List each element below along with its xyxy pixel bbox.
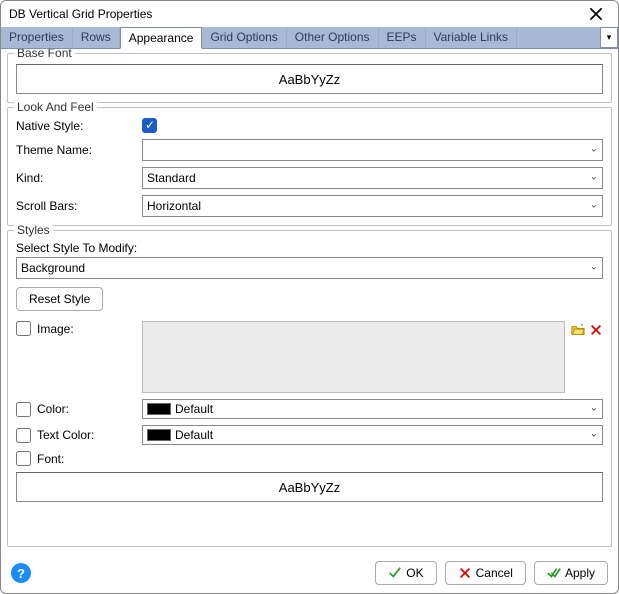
apply-icon [547,566,561,580]
chevron-down-icon: ⌄ [590,143,598,154]
content-area: Base Font AaBbYyZz Look And Feel Native … [1,49,618,553]
tab-grid-options[interactable]: Grid Options [202,27,286,48]
tab-bar: Properties Rows Appearance Grid Options … [1,27,618,49]
tab-eeps[interactable]: EEPs [379,27,426,48]
row-scroll-bars: Scroll Bars: Horizontal ⌄ [16,195,603,217]
color-label: Color: [37,402,69,416]
chevron-down-icon: ⌄ [590,428,598,439]
color-swatch [147,403,171,415]
help-icon: ? [17,566,25,581]
row-color: Color: Default ⌄ [16,399,603,419]
tab-appearance[interactable]: Appearance [120,27,203,49]
cancel-button[interactable]: Cancel [445,561,526,585]
look-and-feel-legend: Look And Feel [14,100,97,114]
native-style-checkbox[interactable] [142,118,157,133]
select-style-combo[interactable]: Background ⌄ [16,257,603,279]
row-kind: Kind: Standard ⌄ [16,167,603,189]
color-checkbox[interactable] [16,402,31,417]
cancel-label: Cancel [476,566,513,580]
kind-combo[interactable]: Standard ⌄ [142,167,603,189]
color-combo[interactable]: Default ⌄ [142,399,603,419]
style-font-sample[interactable]: AaBbYyZz [16,472,603,502]
tab-variable-links[interactable]: Variable Links [426,27,517,48]
styles-legend: Styles [14,223,53,237]
window-title: DB Vertical Grid Properties [9,7,582,21]
scroll-bars-label: Scroll Bars: [16,199,136,213]
clear-image-button[interactable] [589,323,603,340]
row-font: Font: [16,451,603,466]
titlebar: DB Vertical Grid Properties [1,1,618,27]
group-base-font: Base Font AaBbYyZz [7,53,612,103]
native-style-label: Native Style: [16,119,136,133]
group-styles: Styles Select Style To Modify: Backgroun… [7,230,612,547]
tab-overflow-button[interactable]: ▾ [600,27,618,48]
reset-style-button[interactable]: Reset Style [16,287,103,311]
reset-style-label: Reset Style [29,292,90,306]
theme-name-combo[interactable]: ⌄ [142,139,603,161]
open-image-button[interactable] [571,323,585,340]
image-preview[interactable] [142,321,565,393]
scroll-bars-combo[interactable]: Horizontal ⌄ [142,195,603,217]
folder-open-icon [571,323,585,337]
apply-button[interactable]: Apply [534,561,608,585]
footer: ? OK Cancel Apply [1,553,618,593]
image-label: Image: [37,322,74,336]
chevron-down-icon: ▾ [607,32,612,43]
check-icon [388,566,402,580]
delete-icon [589,323,603,337]
ok-label: OK [406,566,423,580]
chevron-down-icon: ⌄ [590,402,598,413]
text-color-label: Text Color: [37,428,94,442]
close-button[interactable] [582,4,610,24]
kind-value: Standard [147,171,196,185]
text-color-value: Default [175,428,213,442]
dialog-window: DB Vertical Grid Properties Properties R… [0,0,619,594]
help-button[interactable]: ? [11,563,31,583]
image-checkbox[interactable] [16,321,31,336]
group-look-and-feel: Look And Feel Native Style: Theme Name: … [7,107,612,226]
ok-button[interactable]: OK [375,561,436,585]
tab-other-options[interactable]: Other Options [287,27,379,48]
row-theme-name: Theme Name: ⌄ [16,139,603,161]
chevron-down-icon: ⌄ [590,261,598,272]
chevron-down-icon: ⌄ [590,171,598,182]
text-color-swatch [147,429,171,441]
apply-label: Apply [565,566,595,580]
select-style-value: Background [21,261,85,275]
base-font-legend: Base Font [14,49,75,60]
chevron-down-icon: ⌄ [590,199,598,210]
select-style-label: Select Style To Modify: [16,241,603,255]
scroll-bars-value: Horizontal [147,199,201,213]
theme-name-label: Theme Name: [16,143,136,157]
close-icon [589,7,603,21]
text-color-combo[interactable]: Default ⌄ [142,425,603,445]
tab-properties[interactable]: Properties [1,27,73,48]
font-checkbox[interactable] [16,451,31,466]
row-image: Image: [16,321,603,393]
base-font-sample[interactable]: AaBbYyZz [16,64,603,94]
tab-rows[interactable]: Rows [73,27,120,48]
text-color-checkbox[interactable] [16,428,31,443]
font-label: Font: [37,452,64,466]
cancel-icon [458,566,472,580]
row-native-style: Native Style: [16,118,603,133]
color-value: Default [175,402,213,416]
kind-label: Kind: [16,171,136,185]
row-text-color: Text Color: Default ⌄ [16,425,603,445]
